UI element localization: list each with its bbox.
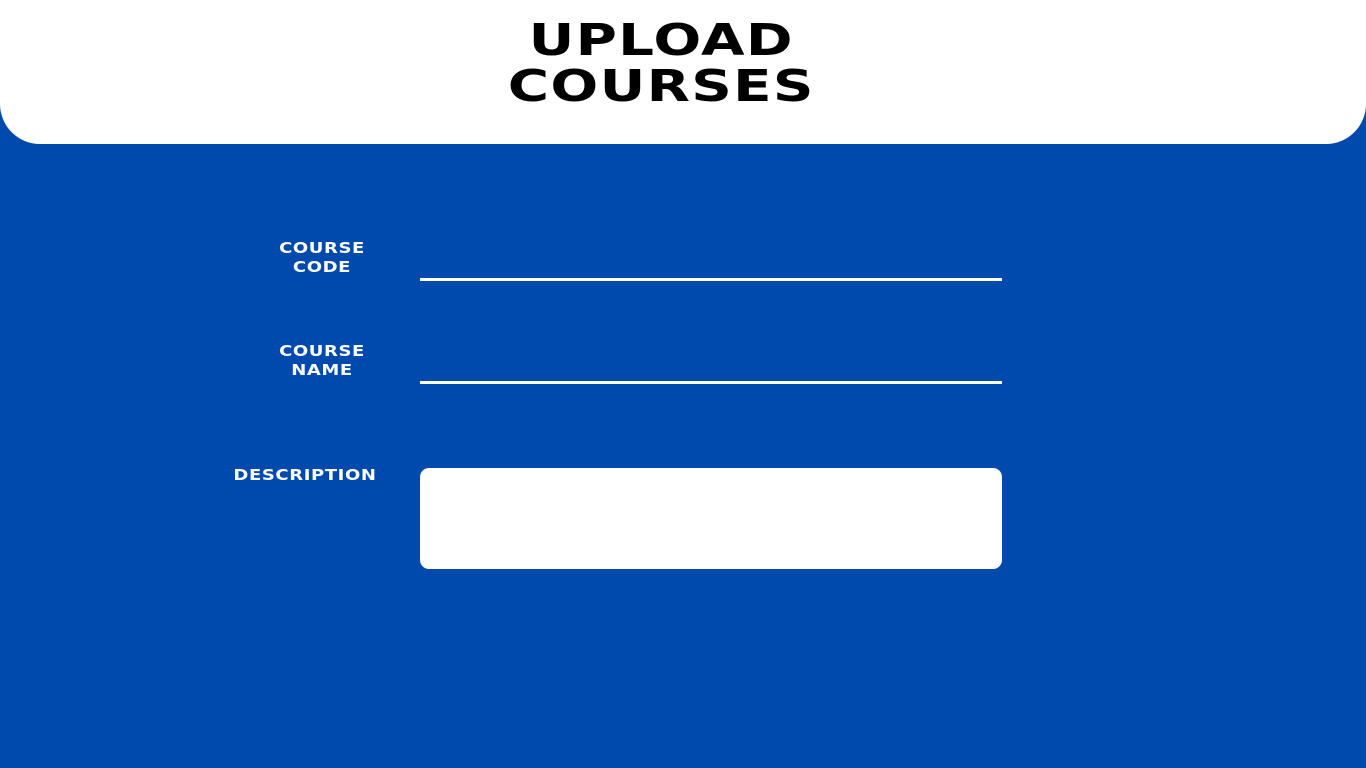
description-label-text: DESCRIPTION — [233, 466, 377, 484]
course-code-label-line-2: CODE — [292, 258, 352, 276]
course-name-label: COURSE NAME — [250, 342, 394, 380]
description-label: DESCRIPTION — [203, 466, 407, 485]
page-title: UPLOAD COURSES — [0, 18, 1366, 110]
header-panel: UPLOAD COURSES — [0, 0, 1366, 144]
course-code-label: COURSE CODE — [250, 239, 394, 277]
course-code-label-line-1: COURSE — [279, 239, 365, 257]
description-textarea[interactable] — [420, 468, 1002, 569]
page-title-line-2: COURSES — [507, 61, 815, 112]
course-name-input[interactable] — [420, 348, 1002, 384]
course-name-label-line-1: COURSE — [279, 342, 365, 360]
course-code-input[interactable] — [420, 245, 1002, 281]
course-name-label-line-2: NAME — [291, 361, 353, 379]
page-title-line-1: UPLOAD — [528, 15, 794, 66]
